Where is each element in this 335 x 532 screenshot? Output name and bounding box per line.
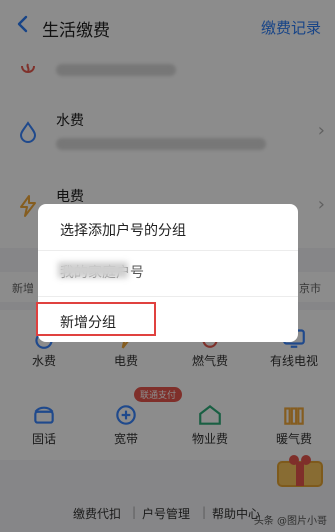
dialog-divider: [38, 296, 298, 297]
new-group-button[interactable]: 新增分组: [36, 302, 156, 336]
dialog-title: 选择添加户号的分组: [60, 223, 186, 239]
dialog-option-group[interactable]: 我的家庭户号: [58, 262, 144, 282]
new-group-label: 新增分组: [60, 315, 116, 331]
dialog-divider: [38, 250, 298, 251]
redacted-smudge: [58, 262, 128, 278]
